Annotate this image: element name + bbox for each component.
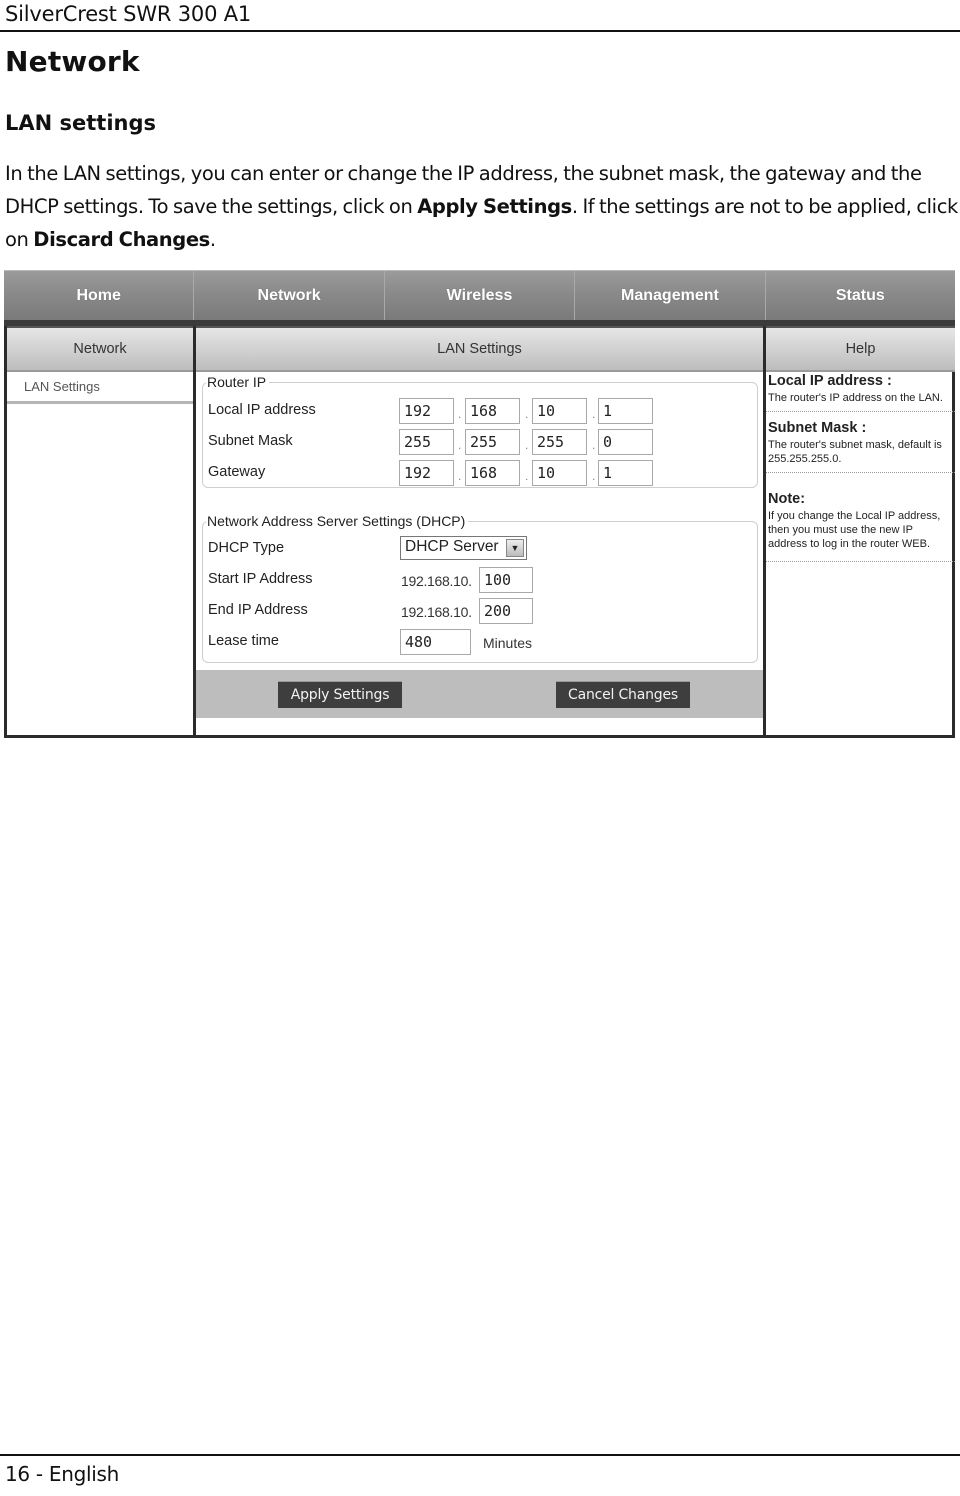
octet-separator: .: [592, 469, 596, 483]
octet-separator: .: [458, 407, 462, 421]
octet-separator: .: [458, 469, 462, 483]
gateway-octet-4[interactable]: 1: [598, 460, 653, 486]
gateway-octet-2[interactable]: 168: [465, 460, 520, 486]
help-text: If you change the Local IP address, then…: [768, 510, 941, 550]
subnet-mask-row: Subnet Mask 255 . 255 . 255 . 0: [203, 429, 757, 455]
end-ip-input[interactable]: 200: [479, 598, 533, 624]
left-sidebar: Network LAN Settings: [7, 326, 196, 735]
local-ip-octet-1[interactable]: 192: [399, 398, 454, 424]
nav-tab-home[interactable]: Home: [4, 271, 195, 320]
sidebar-header: Network: [7, 326, 193, 372]
help-title: Local IP address :: [768, 373, 892, 389]
paragraph-text: .: [209, 228, 216, 251]
document-header: SilverCrest SWR 300 A1: [5, 2, 252, 26]
start-ip-row: Start IP Address 192.168.10. 100: [203, 567, 757, 593]
action-bar: Apply Settings Cancel Changes: [196, 670, 763, 718]
subnet-octet-1[interactable]: 255: [399, 429, 454, 455]
help-section-local-ip: Local IP address : The router's IP addre…: [766, 372, 955, 412]
top-navigation: Home Network Wireless Management Status: [4, 270, 955, 320]
octet-separator: .: [458, 438, 462, 452]
nav-tab-management[interactable]: Management: [575, 271, 766, 320]
octet-separator: .: [525, 438, 529, 452]
local-ip-octet-4[interactable]: 1: [598, 398, 653, 424]
octet-separator: .: [525, 469, 529, 483]
lease-time-unit: Minutes: [483, 635, 533, 651]
start-ip-prefix: 192.168.10.: [401, 573, 472, 589]
gateway-row: Gateway 192 . 168 . 10 . 1: [203, 460, 757, 486]
router-ui-screenshot: Home Network Wireless Management Status …: [4, 270, 955, 738]
dhcp-legend: Network Address Server Settings (DHCP): [206, 513, 469, 529]
main-panel-header: LAN Settings: [196, 326, 763, 372]
subnet-octet-4[interactable]: 0: [598, 429, 653, 455]
help-section-subnet-mask: Subnet Mask : The router's subnet mask, …: [766, 412, 955, 473]
footer-divider: [0, 1454, 960, 1456]
help-title: Note:: [768, 491, 806, 507]
start-ip-input[interactable]: 100: [479, 567, 533, 593]
router-ip-legend: Router IP: [206, 374, 270, 390]
lease-time-input[interactable]: 480: [400, 629, 471, 655]
apply-settings-button[interactable]: Apply Settings: [278, 681, 402, 708]
help-text: The router's IP address on the LAN.: [768, 392, 943, 404]
cancel-changes-button[interactable]: Cancel Changes: [556, 681, 690, 708]
dhcp-group: Network Address Server Settings (DHCP) D…: [202, 513, 758, 663]
lease-time-label: Lease time: [208, 633, 279, 649]
nav-tab-wireless[interactable]: Wireless: [385, 271, 576, 320]
section-title: Network: [5, 45, 140, 78]
local-ip-label: Local IP address: [208, 402, 316, 418]
end-ip-row: End IP Address 192.168.10. 200: [203, 598, 757, 624]
local-ip-row: Local IP address 192 . 168 . 10 . 1: [203, 398, 757, 424]
help-header: Help: [766, 326, 955, 372]
main-panel: LAN Settings Router IP Local IP address …: [196, 326, 766, 735]
nav-tab-network[interactable]: Network: [194, 271, 385, 320]
help-title: Subnet Mask :: [768, 420, 867, 436]
header-divider: [0, 30, 960, 32]
octet-separator: .: [592, 407, 596, 421]
subnet-mask-label: Subnet Mask: [208, 433, 293, 449]
octet-separator: .: [525, 407, 529, 421]
end-ip-label: End IP Address: [208, 602, 308, 618]
router-ip-group: Router IP Local IP address 192 . 168 . 1…: [202, 374, 758, 488]
help-section-note: Note: If you change the Local IP address…: [766, 473, 955, 562]
subnet-octet-2[interactable]: 255: [465, 429, 520, 455]
help-panel: Help Local IP address : The router's IP …: [766, 326, 955, 735]
dhcp-type-value: DHCP Server: [405, 538, 499, 555]
subsection-title: LAN settings: [5, 111, 157, 135]
gateway-octet-3[interactable]: 10: [532, 460, 587, 486]
nav-tab-status[interactable]: Status: [766, 271, 955, 320]
local-ip-octet-3[interactable]: 10: [532, 398, 587, 424]
end-ip-prefix: 192.168.10.: [401, 604, 472, 620]
dhcp-type-row: DHCP Type DHCP Server ▼: [203, 536, 757, 562]
local-ip-octet-2[interactable]: 168: [465, 398, 520, 424]
start-ip-label: Start IP Address: [208, 571, 313, 587]
chevron-down-icon[interactable]: ▼: [506, 539, 524, 557]
gateway-octet-1[interactable]: 192: [399, 460, 454, 486]
sidebar-item-lan-settings[interactable]: LAN Settings: [7, 372, 193, 404]
lease-time-row: Lease time 480 Minutes: [203, 629, 757, 655]
help-text: The router's subnet mask, default is 255…: [768, 439, 942, 465]
dhcp-type-label: DHCP Type: [208, 540, 285, 556]
subnet-octet-3[interactable]: 255: [532, 429, 587, 455]
apply-settings-reference: Apply Settings: [417, 195, 572, 218]
discard-changes-reference: Discard Changes: [33, 228, 210, 251]
octet-separator: .: [592, 438, 596, 452]
content-frame: Network LAN Settings LAN Settings Router…: [4, 326, 955, 738]
page-footer: 16 - English: [5, 1462, 119, 1486]
intro-paragraph: In the LAN settings, you can enter or ch…: [5, 157, 960, 256]
dhcp-type-select[interactable]: DHCP Server ▼: [400, 536, 527, 560]
gateway-label: Gateway: [208, 464, 266, 480]
